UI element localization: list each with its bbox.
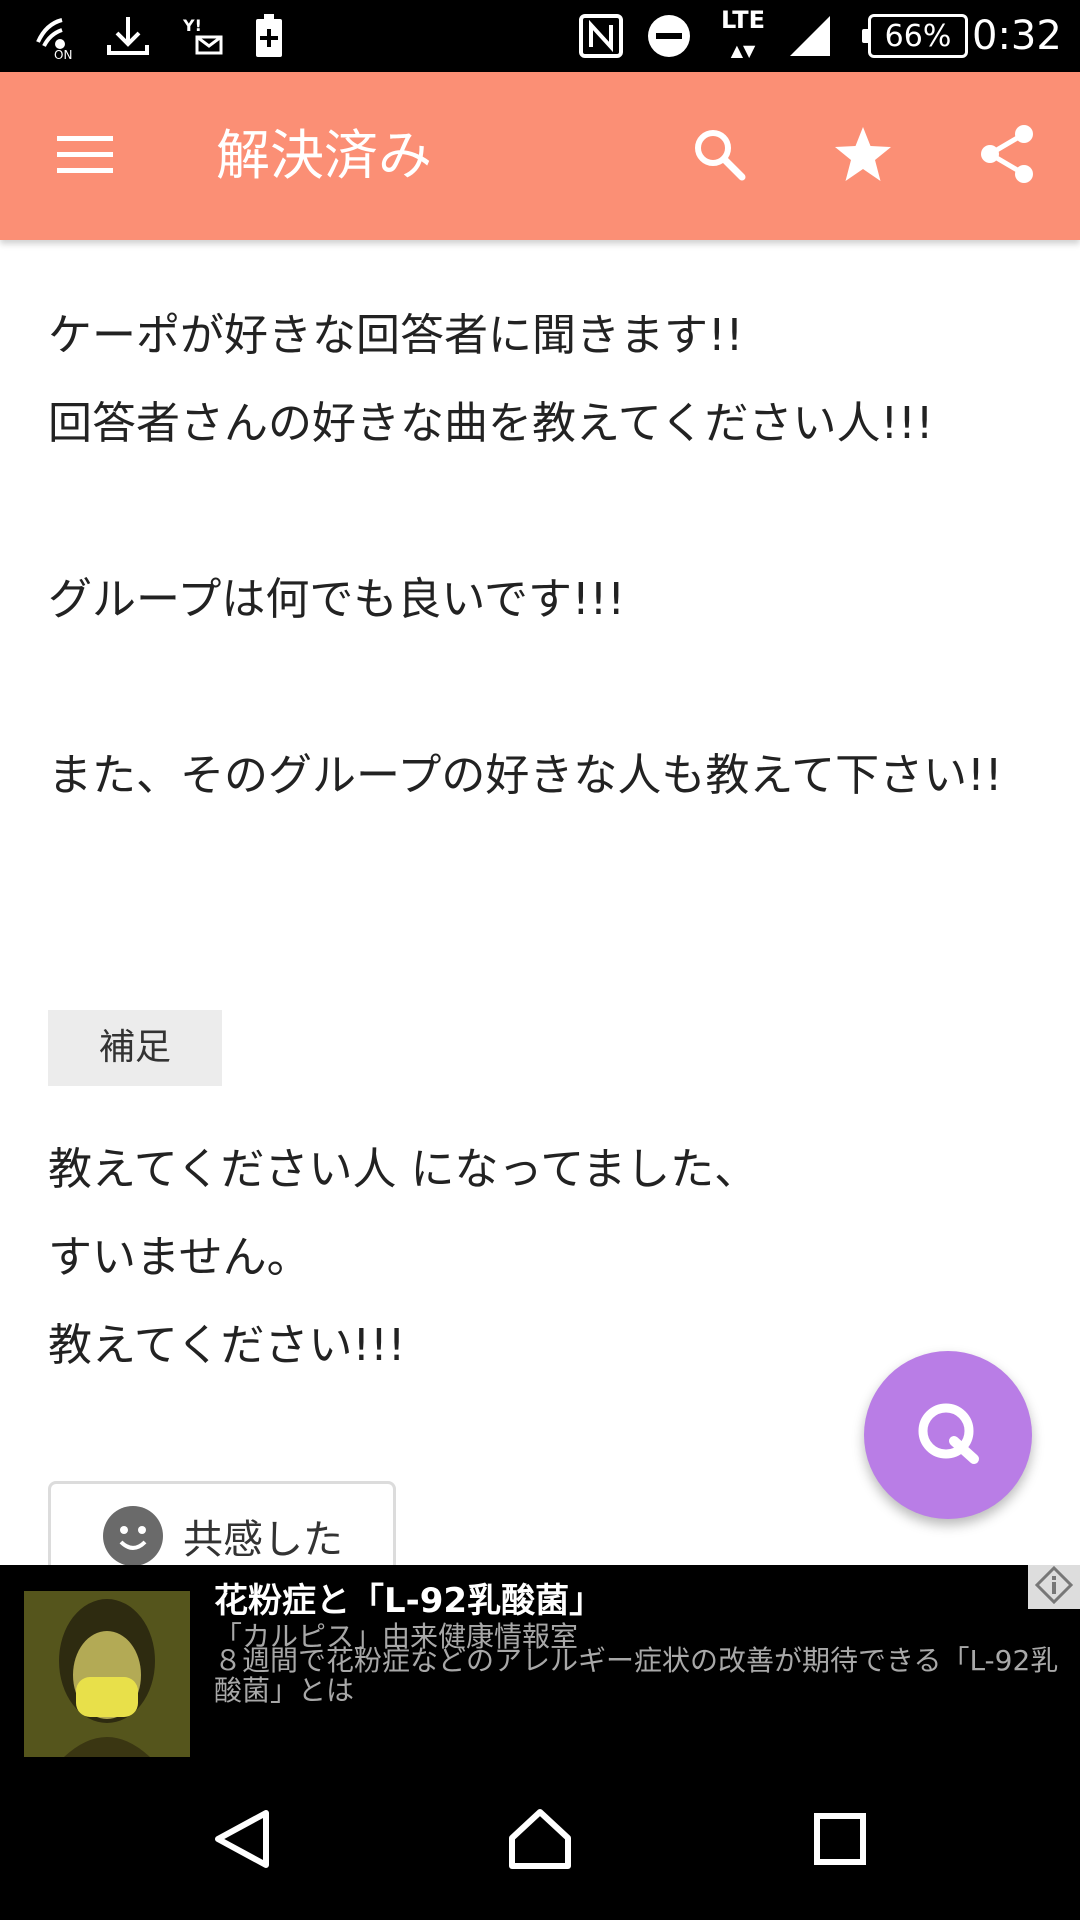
svg-text:Y!: Y!: [182, 16, 202, 35]
ad-banner[interactable]: 花粉症と「L-92乳酸菌」 「カルピス」由来健康情報室 ８週間で花粉症などのアレ…: [0, 1565, 1080, 1762]
battery-text: 66%: [884, 18, 952, 54]
share-button[interactable]: [952, 72, 1062, 240]
signal-icon: [780, 0, 840, 72]
clock: 0:32: [972, 13, 1062, 59]
ad-info-icon: [1034, 1565, 1074, 1609]
menu-icon: [57, 132, 113, 180]
q-search-button[interactable]: [864, 1351, 1032, 1519]
recents-button[interactable]: [770, 1762, 910, 1920]
favorite-button[interactable]: [808, 72, 918, 240]
empathy-label: 共感した: [183, 1517, 343, 1563]
search-icon: [691, 126, 747, 186]
svg-text:ON: ON: [54, 48, 72, 60]
ad-info-button[interactable]: [1028, 1565, 1080, 1609]
back-button[interactable]: [172, 1762, 312, 1920]
question-body: ケーポが好きな回答者に聞きます!! 回答者さんの好きな曲を教えてください人!!!…: [48, 310, 1003, 801]
download-icon: [98, 0, 158, 72]
supplement-badge: 補足: [48, 1010, 222, 1086]
share-icon: [978, 124, 1036, 188]
home-icon: [508, 1808, 572, 1874]
lte-label: LTE: [720, 6, 766, 34]
wifi-calling-icon: ON: [24, 0, 84, 72]
empathy-button[interactable]: 共感した: [48, 1481, 396, 1565]
yahoo-mail-icon: Y!: [172, 0, 232, 72]
navigation-bar: [0, 1762, 1080, 1920]
star-icon: [833, 125, 893, 187]
do-not-disturb-icon: [642, 0, 696, 72]
nfc-icon: [574, 0, 628, 72]
ad-thumbnail: [24, 1591, 190, 1757]
lte-icon: LTE ▲▼: [720, 6, 766, 60]
q-search-icon: [912, 1397, 984, 1473]
status-bar: ON Y! LTE ▲▼ 66% 0:32: [0, 0, 1080, 72]
battery-icon: 66%: [862, 14, 968, 58]
supplement-body: 教えてください人 になってました、 すいません。 教えてください!!!: [48, 1144, 759, 1371]
menu-button[interactable]: [30, 72, 140, 240]
ad-description: ８週間で花粉症などのアレルギー症状の改善が期待できる「L-92乳酸菌」とは: [214, 1644, 1059, 1707]
battery-saver-icon: [246, 0, 292, 72]
page-title: 解決済み: [216, 124, 432, 187]
back-icon: [212, 1807, 272, 1875]
search-button[interactable]: [664, 72, 774, 240]
smiley-icon: [103, 1506, 163, 1565]
recents-icon: [814, 1813, 866, 1869]
home-button[interactable]: [470, 1762, 610, 1920]
app-bar: 解決済み: [0, 72, 1080, 240]
